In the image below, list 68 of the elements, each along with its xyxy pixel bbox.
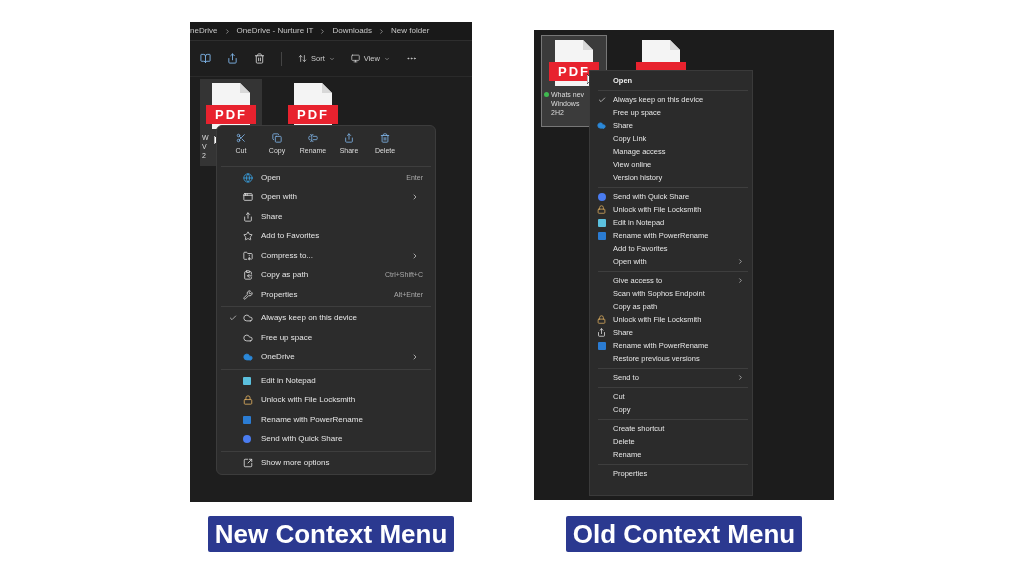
chevron-right-icon: [378, 27, 386, 35]
lock-icon: [597, 205, 606, 214]
menu-item[interactable]: Always keep on this device: [221, 308, 431, 328]
share-icon: [597, 328, 606, 337]
share-icon[interactable]: [227, 53, 238, 64]
menu-item[interactable]: Show more options: [221, 453, 431, 473]
menu-item[interactable]: Unlock with File Locksmith: [221, 390, 431, 410]
check-icon: [597, 95, 606, 104]
caption-label: Old Context Menu: [565, 516, 803, 552]
lock-icon: [597, 315, 606, 324]
action-icon: [380, 133, 390, 144]
pdf-label: PDF: [297, 108, 329, 121]
breadcrumb-item[interactable]: Downloads: [332, 25, 373, 37]
action-icon: [272, 133, 282, 144]
chevron-right-icon: [223, 27, 231, 35]
caption-label: New Context Menu: [207, 516, 455, 552]
menu-item[interactable]: Send with Quick Share: [221, 429, 431, 449]
menu-item[interactable]: Add to Favorites: [221, 226, 431, 246]
menu-item[interactable]: Share: [221, 207, 431, 227]
caret-icon: [328, 55, 335, 62]
book-icon[interactable]: [200, 53, 211, 64]
action-icon: [308, 133, 318, 144]
pdf-label: PDF: [215, 108, 247, 121]
chevron-right-icon: [737, 277, 744, 284]
rename-icon: [597, 231, 606, 240]
menu-item[interactable]: Compress to...: [221, 246, 431, 266]
chevron-right-icon: [319, 27, 327, 35]
menu-item[interactable]: Free up space: [221, 328, 431, 348]
expand-icon: [243, 457, 253, 468]
lock-icon: [243, 395, 253, 406]
quick-share-icon: [243, 435, 251, 444]
wrench-icon: [243, 289, 253, 300]
breadcrumb-item[interactable]: OneDrive - Nurture IT: [236, 25, 314, 37]
archive-icon: [243, 250, 253, 261]
pdf-label: PDF: [558, 65, 590, 78]
share-icon: [243, 211, 253, 222]
menu-item[interactable]: Edit in Notepad: [221, 371, 431, 391]
chevron-right-icon: [737, 374, 744, 381]
chevron-right-icon: [411, 353, 419, 362]
check-icon: [229, 314, 237, 323]
cloud-icon: [243, 313, 253, 324]
notepad-icon: [243, 376, 251, 385]
delete-icon[interactable]: [254, 53, 265, 64]
clipboard-icon: [243, 270, 253, 281]
rename-icon: [243, 415, 251, 424]
chevron-right-icon: [411, 251, 419, 260]
menu-item[interactable]: Open with: [221, 187, 431, 207]
cloud-icon: [597, 121, 606, 130]
cloud-icon: [243, 332, 253, 343]
notepad-icon: [597, 218, 606, 227]
menu-item[interactable]: OneDrive: [221, 347, 431, 367]
star-icon: [243, 231, 253, 242]
chevron-right-icon: [411, 193, 419, 202]
breadcrumb-item[interactable]: New folder: [391, 25, 430, 37]
breadcrumb-item[interactable]: neDrive: [190, 25, 218, 37]
globe-icon: [243, 172, 253, 183]
rename-icon: [597, 341, 606, 350]
monitor-icon: [350, 54, 360, 63]
app-window-icon: [243, 192, 253, 203]
action-icon: [344, 133, 354, 144]
cloud-icon: [243, 352, 253, 363]
sort-icon: [298, 54, 307, 63]
caret-icon: [383, 55, 390, 62]
menu-item[interactable]: Rename with PowerRename: [221, 410, 431, 430]
sync-status-icon: [544, 92, 549, 97]
action-icon: [236, 133, 246, 144]
chevron-right-icon: [737, 258, 744, 265]
quick-share-icon: [597, 192, 606, 201]
